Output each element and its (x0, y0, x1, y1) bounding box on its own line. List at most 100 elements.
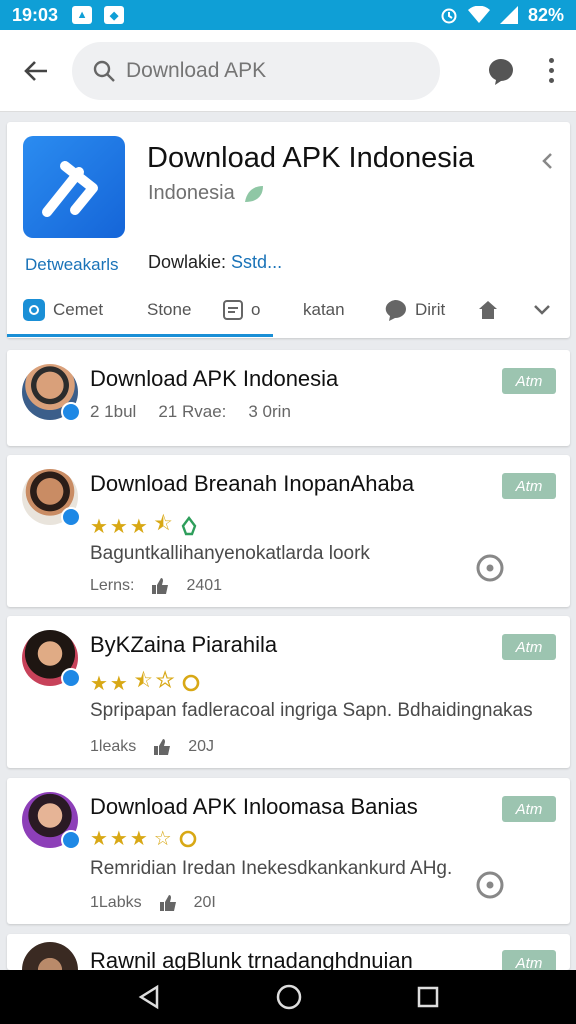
star-icon: ★★★ (90, 515, 150, 538)
count-value: 2401 (186, 577, 223, 594)
avatar (22, 364, 81, 422)
tab-dirit[interactable]: Dirit (383, 299, 445, 321)
gallery-notification-icon: ▲ (72, 6, 93, 24)
list-item[interactable]: Download Breanah InopanAhaba Atm ★★★ ⯪ Ba… (7, 455, 570, 607)
list-item[interactable]: Download APK Indonesia Atm 2 1bul 21 Rva… (7, 350, 570, 446)
battery-level: 82% (527, 4, 564, 25)
verified-badge-icon (61, 402, 81, 422)
star-icon: ★★ (90, 672, 130, 695)
status-badge[interactable]: Atm (502, 950, 556, 970)
star-icon: ★★★ (90, 828, 150, 850)
status-badge[interactable]: Atm (502, 796, 556, 822)
top-app-bar (0, 30, 576, 112)
meta-reviews: 21 Rvae: (158, 402, 227, 421)
rating-stars: ★★★ ☆ (90, 826, 198, 851)
search-input[interactable] (126, 58, 386, 83)
badge-icon (183, 674, 200, 692)
active-tab-indicator (7, 334, 273, 337)
avatar (22, 630, 81, 688)
status-badge[interactable]: Atm (502, 368, 556, 394)
app-notification-icon: ◆ (104, 6, 125, 24)
signal-icon (499, 6, 518, 24)
app-subtitle: Indonesia (148, 182, 265, 205)
list-item[interactable]: ByKZaina Piarahila Atm ★★ ⯪☆ Spripapan fa… (7, 616, 570, 768)
item-title: ByKZaina Piarahila (90, 632, 278, 657)
count-label: Lerns: (90, 577, 135, 594)
recents-square-icon[interactable] (416, 985, 440, 1009)
verified-badge-icon (61, 668, 81, 688)
count-label: 1leaks (90, 738, 137, 755)
avatar (22, 942, 78, 970)
meta-date: 2 1bul (90, 402, 137, 421)
tab-list[interactable]: o (223, 300, 260, 320)
more-options-icon[interactable] (549, 58, 554, 83)
alarm-icon (441, 8, 457, 24)
app-tabs: Cemet Stone o katan Dirit (7, 284, 570, 336)
tab-stone[interactable]: Stone (147, 300, 191, 320)
search-icon (93, 60, 115, 82)
item-meta: 2 1bul 21 Rvae: 3 0rin (90, 402, 291, 422)
tab-katan[interactable]: katan (303, 300, 345, 320)
status-bar: 19:03 ▲ ◆ 82% (0, 0, 576, 30)
tab-cemet[interactable]: Cemet (23, 299, 103, 321)
count-value: 20J (188, 738, 215, 755)
leaf-icon (244, 185, 263, 202)
verified-badge-icon (61, 830, 81, 850)
app-title: Download APK Indonesia (147, 142, 475, 174)
wifi-icon (467, 6, 490, 23)
thumbs-up-icon[interactable] (158, 894, 178, 912)
download-label: Dowlakie: (148, 252, 227, 272)
thumbs-up-icon[interactable] (150, 577, 170, 595)
developer-link[interactable]: Detweakarls (25, 255, 119, 275)
thumbs-up-icon[interactable] (152, 738, 172, 756)
comment-icon[interactable] (474, 553, 506, 585)
app-icon[interactable] (23, 136, 125, 238)
app-header-card: Download APK Indonesia Indonesia Detweak… (7, 122, 570, 338)
status-badge[interactable]: Atm (502, 473, 556, 499)
speech-icon (385, 300, 406, 321)
app-subtitle-text: Indonesia (148, 182, 235, 204)
chevron-down-icon[interactable] (531, 301, 553, 319)
list-icon (223, 300, 243, 320)
item-title: Download Breanah InopanAhaba (90, 471, 415, 496)
rating-stars: ★★ ⯪☆ (90, 666, 201, 700)
half-star-icon: ☆ (153, 828, 174, 850)
back-button[interactable] (0, 58, 72, 84)
list-item[interactable]: Rawnil agBlunk trnadanghdnuian Atm (7, 934, 570, 970)
avatar (22, 792, 81, 850)
chevron-left-icon[interactable] (540, 150, 554, 172)
download-value[interactable]: Sstd... (231, 252, 282, 272)
item-title: Rawnil agBlunk trnadanghdnuian (90, 948, 413, 970)
tab-dirit-label: Dirit (415, 300, 446, 319)
badge-icon (179, 830, 197, 847)
meta-extra: 3 0rin (248, 402, 291, 421)
arrow-left-icon (24, 60, 47, 81)
tab-katan-label: katan (303, 300, 345, 319)
system-navigation-bar (0, 970, 576, 1024)
download-info: Dowlakie: Sstd... (148, 252, 282, 273)
item-stats: Lerns: 2401 (90, 577, 222, 595)
home-circle-icon[interactable] (275, 983, 303, 1011)
tab-cemet-label: Cemet (53, 300, 104, 319)
home-icon[interactable] (477, 299, 499, 321)
avatar (22, 469, 81, 527)
rating-stars: ★★★ ⯪ (90, 509, 199, 543)
count-value: 20I (193, 894, 216, 911)
tab-cemet-icon (23, 299, 45, 321)
tab-stone-label: Stone (147, 300, 192, 319)
leaf-icon (181, 516, 197, 536)
half-star-icon: ⯪ (153, 513, 175, 535)
comment-icon[interactable] (474, 870, 506, 902)
half-star-icon: ⯪☆ (133, 670, 178, 692)
tab-list-label: o (251, 300, 261, 319)
review-text: Spripapan fadleracoal ingriga Sapn. Bdha… (90, 700, 533, 721)
chat-bubble-icon[interactable] (487, 57, 515, 85)
list-item[interactable]: Download APK Inloomasa Banias Atm ★★★ ☆ R… (7, 778, 570, 924)
status-badge[interactable]: Atm (502, 634, 556, 660)
count-label: 1Labks (90, 894, 142, 911)
item-title: Download APK Inloomasa Banias (90, 794, 418, 819)
app-logo-icon (42, 161, 98, 217)
status-time: 19:03 (12, 4, 59, 25)
search-bar[interactable] (72, 41, 440, 100)
back-triangle-icon[interactable] (136, 984, 162, 1010)
